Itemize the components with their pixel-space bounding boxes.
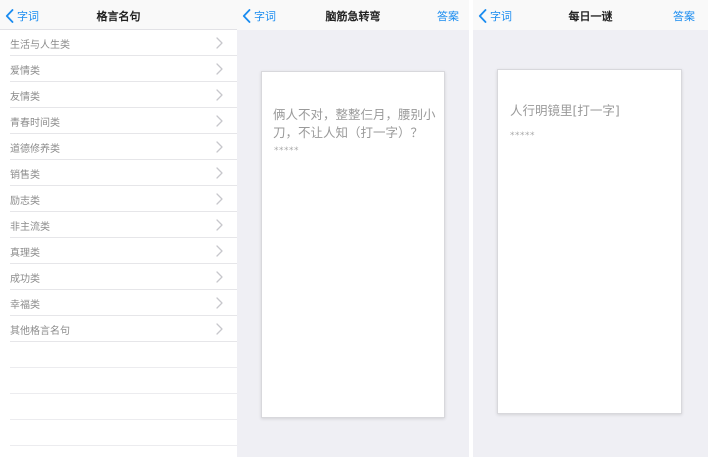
chevron-right-icon bbox=[216, 141, 223, 153]
nav-bar: 字词 格言名句 bbox=[0, 0, 237, 30]
riddle-question: 俩人不对，整整仨月，腰别小刀，不让人知（打一字）？ bbox=[273, 107, 436, 140]
page-title: 脑筋急转弯 bbox=[325, 10, 381, 23]
chevron-right-icon bbox=[216, 219, 223, 231]
brain-teaser-screen: 字词 脑筋急转弯 答案 俩人不对，整整仨月，腰别小刀，不让人知（打一字）？ **… bbox=[237, 0, 469, 457]
empty-row bbox=[10, 420, 237, 446]
answer-button[interactable]: 答案 bbox=[673, 8, 695, 24]
list-item[interactable]: 生活与人生类 bbox=[10, 30, 237, 56]
list-item[interactable]: 道德修养类 bbox=[10, 134, 237, 160]
chevron-right-icon bbox=[216, 271, 223, 283]
chevron-right-icon bbox=[216, 115, 223, 127]
chevron-right-icon bbox=[216, 297, 223, 309]
chevron-right-icon bbox=[216, 193, 223, 205]
chevron-right-icon bbox=[216, 63, 223, 75]
list-item-label: 成功类 bbox=[10, 274, 40, 285]
category-list: 生活与人生类 爱情类友情类青春时间类道德修养类销售类励志类非主流类真理类成功类幸福… bbox=[0, 30, 237, 446]
list-item[interactable]: 销售类 bbox=[10, 160, 237, 186]
chevron-right-icon bbox=[216, 89, 223, 101]
riddle-card: 俩人不对，整整仨月，腰别小刀，不让人知（打一字）？ ***** bbox=[261, 71, 445, 418]
list-item[interactable]: 青春时间类 bbox=[10, 108, 237, 134]
list-item[interactable]: 其他格言名句 bbox=[10, 316, 237, 342]
page-title: 格言名句 bbox=[96, 10, 141, 23]
list-item[interactable]: 真理类 bbox=[10, 238, 237, 264]
list-item[interactable]: 励志类 bbox=[10, 186, 237, 212]
list-item[interactable]: 非主流类 bbox=[10, 212, 237, 238]
list-item-label: 生活与人生类 bbox=[10, 40, 70, 51]
list-item-label: 幸福类 bbox=[10, 300, 40, 311]
list-item-label: 真理类 bbox=[10, 248, 40, 259]
daily-riddle-screen: 字词 每日一谜 答案 人行明镜里[打一字] ***** bbox=[473, 0, 708, 457]
list-item-label: 青春时间类 bbox=[10, 118, 60, 129]
chevron-right-icon bbox=[216, 245, 223, 257]
list-item[interactable]: 幸福类 bbox=[10, 290, 237, 316]
chevron-right-icon bbox=[216, 323, 223, 335]
list-item-label: 非主流类 bbox=[10, 222, 50, 233]
quotes-category-screen: 字词 格言名句 生活与人生类 爱情类友情类青春时间类道德修养类销售类励志类非主流类… bbox=[0, 0, 237, 457]
empty-row bbox=[10, 368, 237, 394]
riddle-question: 人行明镜里[打一字] bbox=[510, 103, 620, 118]
answer-mask: ***** bbox=[274, 146, 299, 156]
list-item[interactable]: 爱情类 bbox=[10, 56, 237, 82]
list-item[interactable]: 友情类 bbox=[10, 82, 237, 108]
empty-row bbox=[10, 342, 237, 368]
riddle-card: 人行明镜里[打一字] ***** bbox=[497, 69, 682, 414]
chevron-right-icon bbox=[216, 37, 223, 49]
list-item-label: 爱情类 bbox=[10, 66, 40, 77]
list-item-label: 励志类 bbox=[10, 196, 40, 207]
chevron-right-icon bbox=[216, 167, 223, 179]
answer-mask: ***** bbox=[510, 131, 535, 141]
list-item-label: 销售类 bbox=[10, 170, 40, 181]
list-item-label: 道德修养类 bbox=[10, 144, 60, 155]
list-item-label: 其他格言名句 bbox=[10, 326, 70, 337]
empty-row bbox=[10, 394, 237, 420]
nav-bar: 字词 每日一谜 答案 bbox=[473, 0, 708, 30]
nav-bar: 字词 脑筋急转弯 答案 bbox=[237, 0, 469, 30]
answer-button[interactable]: 答案 bbox=[437, 8, 459, 24]
list-item-label: 友情类 bbox=[10, 92, 40, 103]
list-item[interactable]: 成功类 bbox=[10, 264, 237, 290]
